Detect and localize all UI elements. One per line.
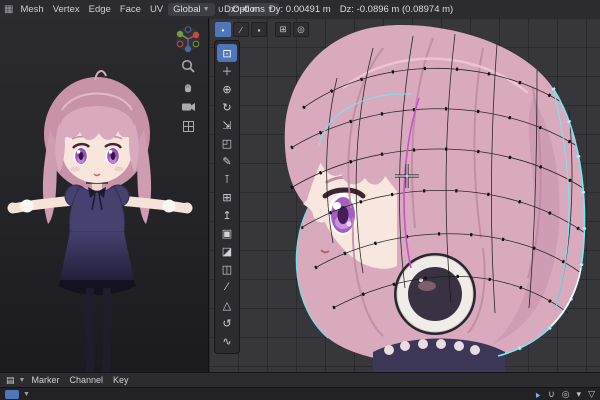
- readout-dx: Dx: -0 m: [224, 3, 260, 15]
- menu-key[interactable]: Key: [109, 374, 133, 386]
- top-menubar: ▦ Mesh Vertex Edge Face UV Global ▼ ∪ Op…: [0, 0, 600, 19]
- camera-icon[interactable]: [181, 101, 196, 113]
- status-bar: ▼ ▲ ∪ ◎ ▾ ▽: [0, 387, 600, 400]
- menu-marker[interactable]: Marker: [27, 374, 63, 386]
- menu-vertex[interactable]: Vertex: [49, 3, 84, 16]
- chevron-down-icon: ▼: [202, 5, 210, 13]
- chevron-down-icon: ▼: [18, 376, 26, 384]
- readout-dz: Dz: -0.0896 m (0.08974 m): [339, 3, 454, 15]
- editor-type-button[interactable]: [5, 389, 19, 399]
- tool-extrude-region[interactable]: ↥: [217, 206, 237, 224]
- transform-readout: Dx: -0 m Dy: 0.00491 m Dz: -0.0896 m (0.…: [212, 4, 453, 15]
- tool-spin[interactable]: ↺: [217, 314, 237, 332]
- tool-inset-faces[interactable]: ▣: [217, 224, 237, 242]
- filter-funnel-icon[interactable]: ▽: [588, 389, 595, 400]
- tool-bevel[interactable]: ◪: [217, 242, 237, 260]
- proportional-icon[interactable]: ◎: [562, 389, 570, 400]
- tool-smooth[interactable]: ∿: [217, 332, 237, 350]
- viewport-3d-reference[interactable]: [0, 18, 208, 372]
- timeline-header: ▤ ▼ Marker Channel Key: [0, 372, 600, 387]
- tool-poly-build[interactable]: △: [217, 296, 237, 314]
- viewport-3d-edit[interactable]: • ∕ ▪ ⊞ ◎ ⊡ ＋ ⊕ ↻ ⇲ ◰ ✎ ⊺ ⊞ ↥ ▣ ◪ ◫ ∕ △ …: [208, 18, 600, 372]
- perspective-grid-icon[interactable]: [182, 120, 195, 133]
- menu-face[interactable]: Face: [116, 3, 145, 16]
- editor-type-icon[interactable]: ▤: [4, 375, 17, 386]
- tool-cursor[interactable]: ＋: [217, 62, 237, 80]
- tool-transform[interactable]: ◰: [217, 134, 237, 152]
- navigate-gizmo-icon[interactable]: [175, 26, 201, 52]
- snap-magnet-icon[interactable]: ∪: [548, 389, 555, 400]
- editor-type-icon[interactable]: ▦: [4, 4, 13, 15]
- tool-measure[interactable]: ⊺: [217, 170, 237, 188]
- character-edit-mesh: [284, 25, 587, 372]
- pan-hand-icon[interactable]: [181, 80, 195, 94]
- menu-channel[interactable]: Channel: [65, 374, 107, 386]
- tool-rotate[interactable]: ↻: [217, 98, 237, 116]
- menu-uv[interactable]: UV: [146, 3, 167, 16]
- global-orientation-button[interactable]: ⊞: [275, 22, 291, 37]
- face-select-button[interactable]: ▪: [251, 22, 267, 37]
- transform-orientation-dropdown[interactable]: Global ▼: [168, 2, 215, 16]
- tool-select-box[interactable]: ⊡: [217, 44, 237, 62]
- zoom-icon[interactable]: [181, 59, 195, 73]
- tool-move[interactable]: ⊕: [217, 80, 237, 98]
- tool-add-primitive[interactable]: ⊞: [217, 188, 237, 206]
- menu-edge[interactable]: Edge: [85, 3, 115, 16]
- readout-dy: Dy: 0.00491 m: [268, 3, 331, 15]
- dropdown-chevron-icon[interactable]: ▾: [577, 389, 582, 400]
- edge-select-button[interactable]: ∕: [233, 22, 249, 37]
- chevron-down-icon: ▼: [23, 390, 30, 398]
- tool-annotate[interactable]: ✎: [217, 152, 237, 170]
- tool-scale[interactable]: ⇲: [217, 116, 237, 134]
- orientation-label: Global: [173, 3, 201, 15]
- tool-knife[interactable]: ∕: [217, 278, 237, 296]
- select-cursor-icon[interactable]: ▲: [531, 388, 542, 400]
- tool-loop-cut[interactable]: ◫: [217, 260, 237, 278]
- vertex-select-button[interactable]: •: [215, 22, 231, 37]
- menu-mesh[interactable]: Mesh: [16, 3, 47, 16]
- snap-button[interactable]: ◎: [293, 22, 309, 37]
- tool-shelf: ⊡ ＋ ⊕ ↻ ⇲ ◰ ✎ ⊺ ⊞ ↥ ▣ ◪ ◫ ∕ △ ↺ ∿: [214, 40, 240, 354]
- select-mode-group: • ∕ ▪ ⊞ ◎: [215, 22, 309, 37]
